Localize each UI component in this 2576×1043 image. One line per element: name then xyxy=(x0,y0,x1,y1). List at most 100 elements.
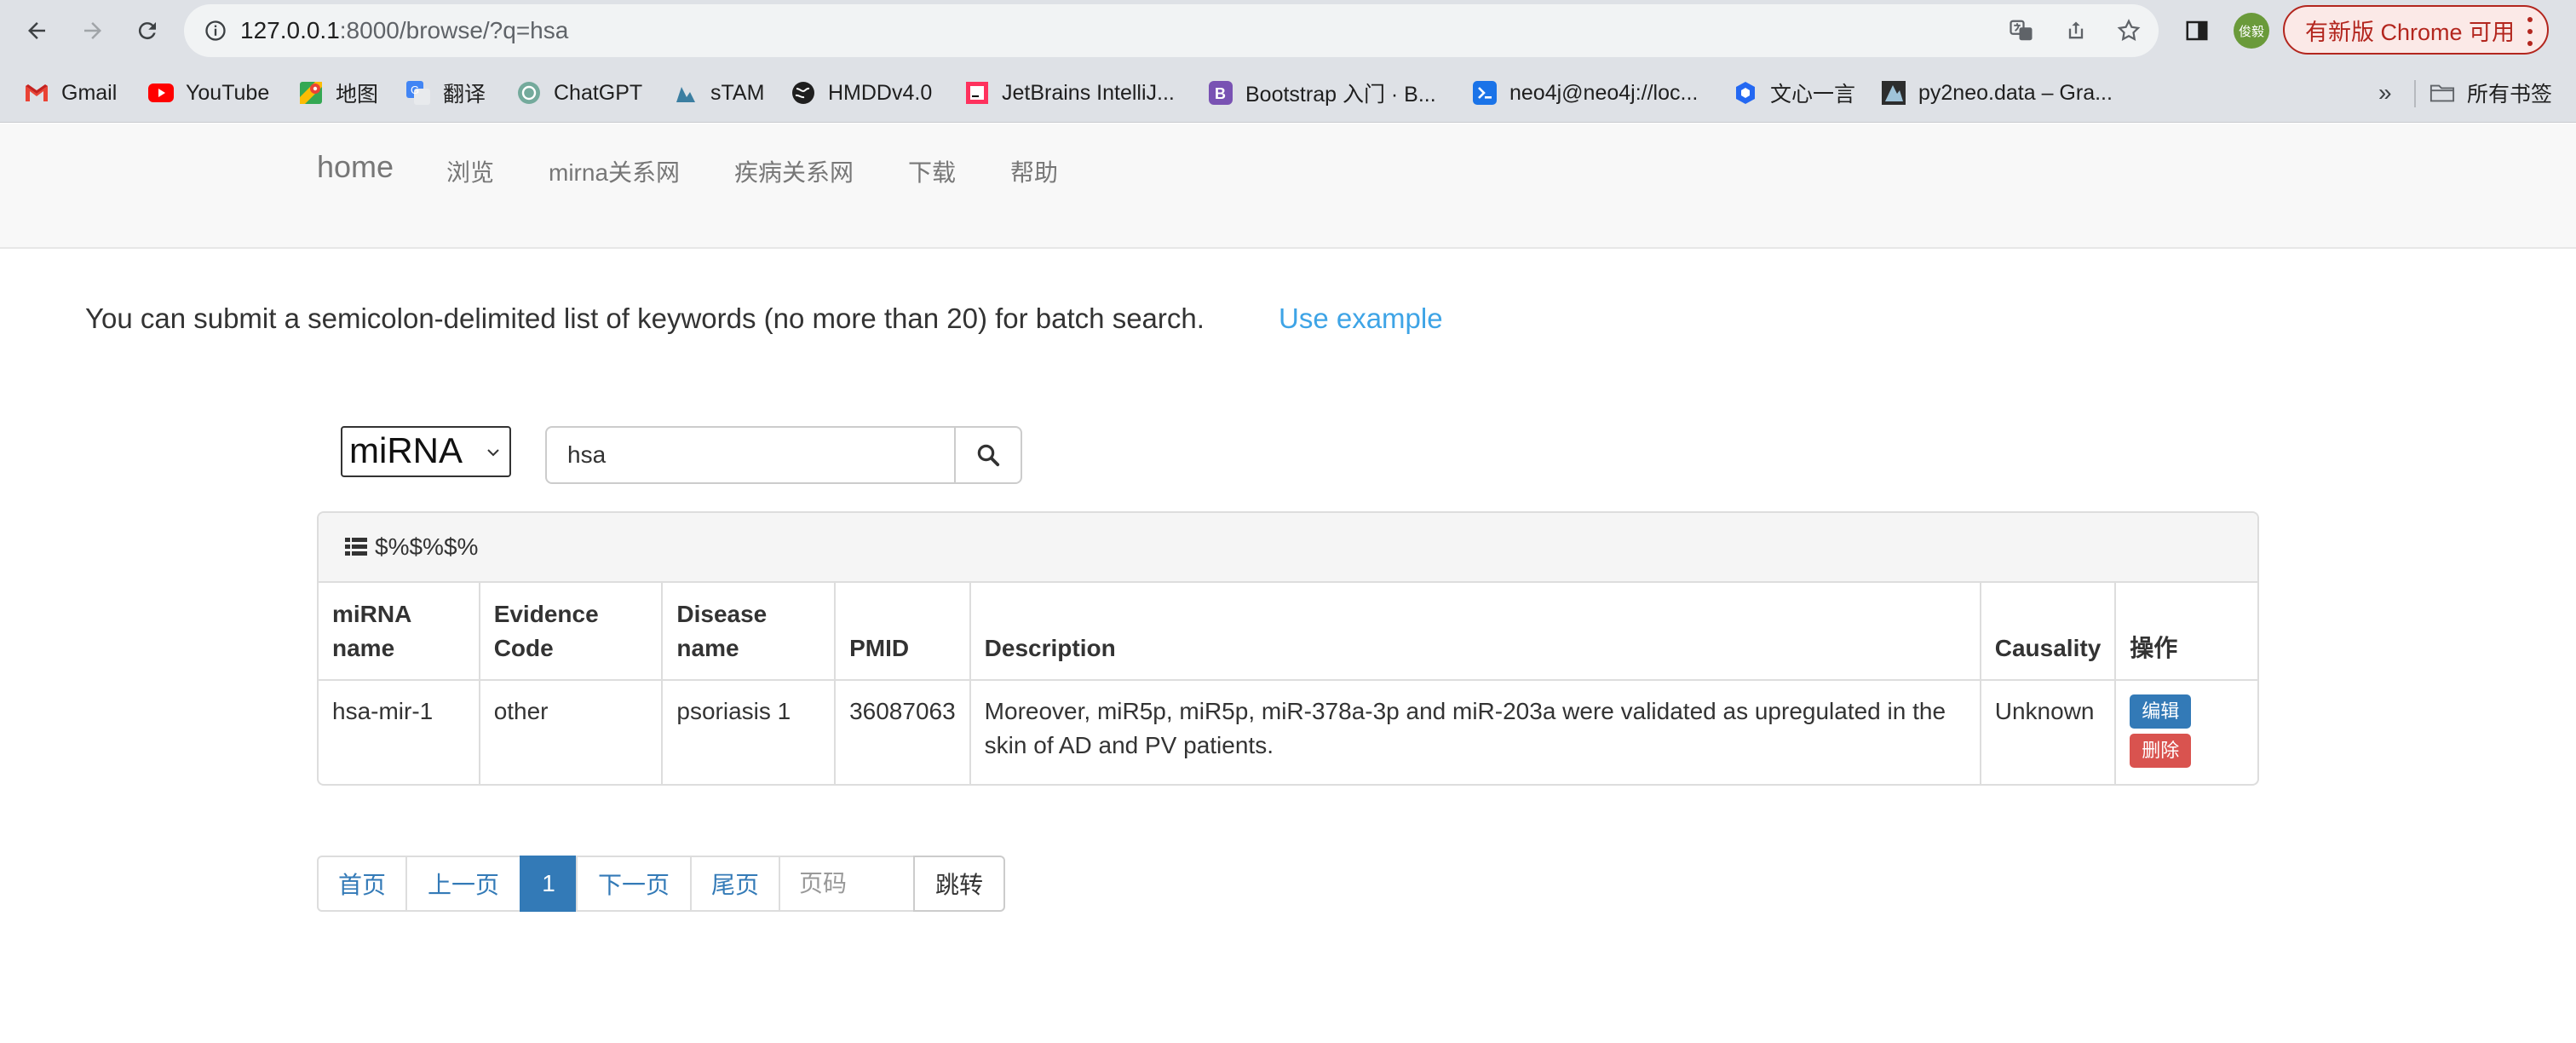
maps-icon xyxy=(298,80,324,106)
nav-link-disease-network[interactable]: 疾病关系网 xyxy=(734,154,854,188)
results-panel: $%$%$% miRNA name Evidence Code Disease … xyxy=(317,511,2259,786)
nav-link-help[interactable]: 帮助 xyxy=(1010,154,1058,188)
search-input[interactable]: hsa xyxy=(545,426,956,484)
more-menu-icon xyxy=(2527,17,2533,46)
jetbrains-icon xyxy=(964,80,990,106)
cell-causality: Unknown xyxy=(1980,680,2117,784)
nav-link-mirna-network[interactable]: mirna关系网 xyxy=(549,154,680,188)
edit-button[interactable]: 编辑 xyxy=(2130,694,2192,729)
results-table: miRNA name Evidence Code Disease name PM… xyxy=(319,583,2257,784)
forward-arrow-icon xyxy=(84,22,101,39)
all-bookmarks-label: 所有书签 xyxy=(2467,83,2553,107)
forward-button[interactable] xyxy=(73,11,112,50)
column-header-disease-name: Disease name xyxy=(662,583,837,681)
profile-badge-text: 俊毅 xyxy=(2238,24,2264,39)
use-example-link[interactable]: Use example xyxy=(1279,303,1443,335)
py2neo-icon xyxy=(1881,80,1906,106)
column-header-pmid: PMID xyxy=(835,583,971,681)
column-header-description: Description xyxy=(969,583,1981,681)
column-header-causality: Causality xyxy=(1980,583,2117,681)
go-to-page-button[interactable]: 跳转 xyxy=(913,856,1005,912)
bookmark-maps[interactable]: 地图 xyxy=(298,63,378,123)
bookmark-neo4j[interactable]: neo4j@neo4j://loc... xyxy=(1472,63,1698,123)
folder-icon xyxy=(2429,80,2455,106)
current-page-button[interactable]: 1 xyxy=(520,856,578,912)
cell-mirna-name: hsa-mir-1 xyxy=(319,680,480,784)
table-header-row: miRNA name Evidence Code Disease name PM… xyxy=(319,583,2257,681)
bookmark-jetbrains[interactable]: JetBrains IntelliJ... xyxy=(964,63,1175,123)
address-bar[interactable]: 127.0.0.1:8000/browse/?q=hsa xyxy=(184,4,2159,57)
cell-actions: 编辑 删除 xyxy=(2115,680,2257,784)
site-info-icon[interactable] xyxy=(201,16,230,45)
bookmark-label: ChatGPT xyxy=(554,80,643,105)
youtube-icon xyxy=(148,80,174,106)
bookmark-stam[interactable]: sTAM xyxy=(673,63,764,123)
next-page-button[interactable]: 下一页 xyxy=(576,856,692,912)
side-panel-icon[interactable] xyxy=(2179,13,2215,49)
bookmark-label: JetBrains IntelliJ... xyxy=(1002,80,1175,105)
browser-window: 127.0.0.1:8000/browse/?q=hsa 俊毅 有新版 Chro… xyxy=(0,0,2576,1043)
pagination: 首页 上一页 1 下一页 尾页 页码 跳转 xyxy=(317,856,1005,912)
nav-brand-home[interactable]: home xyxy=(317,149,394,185)
all-bookmarks-button[interactable]: 所有书签 xyxy=(2429,63,2552,123)
bookmark-hmdd[interactable]: HMDDv4.0 xyxy=(791,63,932,123)
terminal-icon xyxy=(1472,80,1498,106)
chrome-update-label: 有新版 Chrome 可用 xyxy=(2305,19,2516,45)
bookmarks-overflow-button[interactable]: » xyxy=(2378,63,2392,123)
bookmarks-divider xyxy=(2414,80,2416,107)
bootstrap-icon: B xyxy=(1208,80,1233,106)
cell-disease-name: psoriasis 1 xyxy=(662,680,837,784)
browser-toolbar: 127.0.0.1:8000/browse/?q=hsa 俊毅 有新版 Chro… xyxy=(0,0,2576,63)
svg-text:G: G xyxy=(411,84,419,96)
bookmarks-bar: Gmail YouTube 地图 G 翻译 ChatGPT sTAM HMDDv… xyxy=(0,63,2576,123)
reload-button[interactable] xyxy=(128,11,167,50)
cell-evidence-code: other xyxy=(479,680,664,784)
translate-page-icon[interactable] xyxy=(2007,16,2036,45)
bookmark-label: py2neo.data – Gra... xyxy=(1918,80,2113,105)
column-header-evidence-code: Evidence Code xyxy=(479,583,664,681)
svg-text:B: B xyxy=(1215,85,1226,102)
nav-link-download[interactable]: 下载 xyxy=(908,154,956,188)
bookmark-chatgpt[interactable]: ChatGPT xyxy=(516,63,642,123)
bookmark-translate[interactable]: G 翻译 xyxy=(405,63,486,123)
bookmark-label: neo4j@neo4j://loc... xyxy=(1509,80,1699,105)
cell-description: Moreover, miR5p, miR5p, miR-378a-3p and … xyxy=(969,680,1981,784)
back-button[interactable] xyxy=(17,11,56,50)
bookmark-star-icon[interactable] xyxy=(2114,16,2143,45)
chrome-update-button[interactable]: 有新版 Chrome 可用 xyxy=(2283,5,2549,55)
batch-search-hint: You can submit a semicolon-delimited lis… xyxy=(85,303,1205,334)
globe-icon xyxy=(791,80,816,106)
gmail-icon xyxy=(24,80,49,106)
url-path: :8000/browse/?q=hsa xyxy=(339,17,569,43)
first-page-button[interactable]: 首页 xyxy=(317,856,407,912)
search-query-text: hsa xyxy=(567,441,607,468)
search-type-select[interactable]: miRNA xyxy=(341,426,511,477)
bookmark-label: YouTube xyxy=(186,80,270,105)
page-number-input[interactable]: 页码 xyxy=(779,856,915,912)
translate-icon: G xyxy=(405,80,431,106)
search-button[interactable] xyxy=(954,426,1022,484)
bookmark-label: 地图 xyxy=(336,83,379,107)
column-header-actions: 操作 xyxy=(2115,583,2257,681)
url-text[interactable]: 127.0.0.1:8000/browse/?q=hsa xyxy=(240,4,568,57)
search-type-value: miRNA xyxy=(349,430,463,470)
bookmark-bootstrap[interactable]: B Bootstrap 入门 · B... xyxy=(1208,63,1436,123)
url-host: 127.0.0.1 xyxy=(240,17,340,43)
bookmark-label: sTAM xyxy=(710,80,765,105)
bookmark-py2neo[interactable]: py2neo.data – Gra... xyxy=(1881,63,2113,123)
prev-page-button[interactable]: 上一页 xyxy=(405,856,521,912)
share-icon[interactable] xyxy=(2061,16,2090,45)
bookmark-label: Bootstrap 入门 · B... xyxy=(1245,83,1436,107)
delete-button[interactable]: 删除 xyxy=(2130,734,2192,768)
bookmark-label: 翻译 xyxy=(443,83,486,107)
bookmark-wenxin[interactable]: 文心一言 xyxy=(1733,63,1855,123)
search-icon xyxy=(977,444,1000,467)
profile-avatar[interactable]: 俊毅 xyxy=(2234,13,2269,49)
bookmark-gmail[interactable]: Gmail xyxy=(24,63,117,123)
bookmark-youtube[interactable]: YouTube xyxy=(148,63,269,123)
bookmark-label: HMDDv4.0 xyxy=(828,80,933,105)
last-page-button[interactable]: 尾页 xyxy=(690,856,780,912)
nav-link-browse[interactable]: 浏览 xyxy=(446,154,494,188)
bookmark-label: 文心一言 xyxy=(1770,83,1856,107)
wenxin-icon xyxy=(1733,80,1758,106)
